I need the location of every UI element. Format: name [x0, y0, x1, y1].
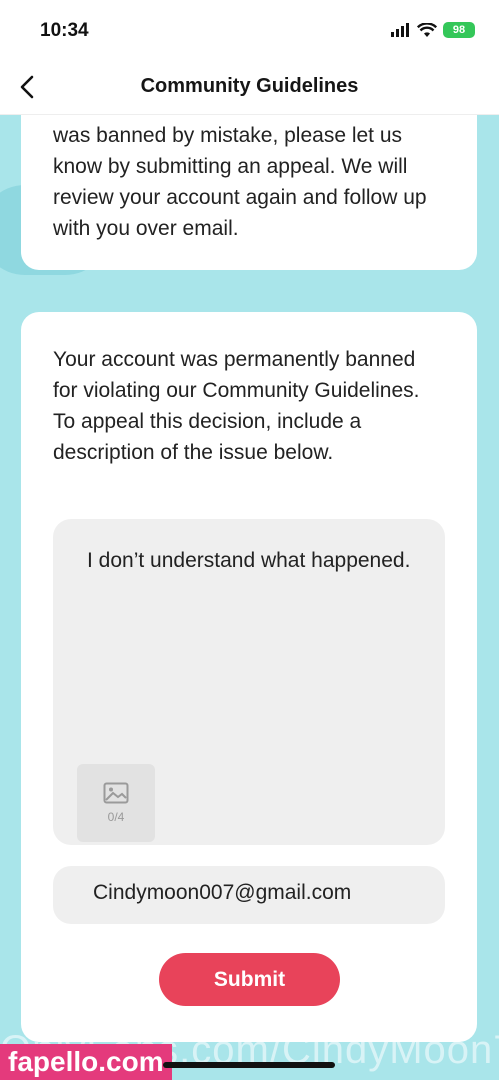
submit-button[interactable]: Submit	[159, 953, 340, 1006]
battery-level: 98	[452, 24, 466, 36]
email-field[interactable]: Cindymoon007@gmail.com	[53, 866, 445, 924]
appeal-description-value: I don’t understand what happened.	[87, 549, 411, 572]
signal-icon	[391, 23, 409, 37]
watermark-logo: fapello.com	[0, 1044, 172, 1080]
image-count: 0/4	[107, 810, 125, 824]
battery-indicator: 98	[443, 22, 475, 38]
appeal-card: Your account was permanently banned for …	[21, 312, 477, 1042]
navigation-bar: Community Guidelines	[0, 62, 499, 115]
status-time: 10:34	[40, 20, 89, 41]
image-icon	[103, 782, 129, 804]
home-indicator	[163, 1062, 335, 1068]
page-title: Community Guidelines	[140, 75, 359, 97]
appeal-intro-text: Your account was permanently banned for …	[53, 348, 420, 464]
wifi-icon	[417, 22, 437, 37]
info-card: was banned by mistake, please let us kno…	[21, 96, 477, 270]
email-value: Cindymoon007@gmail.com	[93, 881, 352, 904]
add-image-button[interactable]: 0/4	[77, 764, 155, 842]
status-icons: 98	[391, 22, 475, 38]
info-text: was banned by mistake, please let us kno…	[53, 124, 427, 240]
status-bar: 10:34 98	[0, 0, 499, 62]
